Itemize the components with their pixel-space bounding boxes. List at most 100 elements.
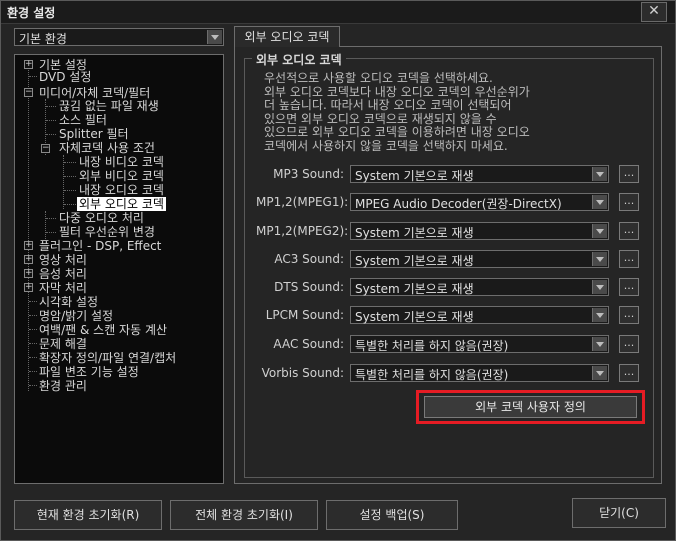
tree-item[interactable]: 내장 오디오 코덱 [79, 183, 164, 197]
chevron-down-icon[interactable] [592, 224, 607, 238]
tree-line [46, 218, 56, 219]
tree-item[interactable]: 자체코덱 사용 조건 [59, 141, 155, 155]
tree-line [63, 155, 64, 209]
description-line: 외부 오디오 코덱보다 내장 오디오 코덱의 우선순위가 [264, 84, 530, 99]
tree-item[interactable]: 다중 오디오 처리 [59, 211, 144, 225]
tree-line [29, 385, 37, 386]
description-line: 있으므로 외부 오디오 코덱을 이용하려면 내장 오디오 [264, 125, 530, 139]
tab-external-audio-codec[interactable]: 외부 오디오 코덱 [234, 26, 340, 47]
chevron-down-icon[interactable] [592, 195, 607, 209]
reset-all-button[interactable]: 전체 환경 초기화(I) [170, 500, 318, 530]
codec-label: MP3 Sound: [273, 167, 344, 181]
window-title: 환경 설정 [7, 6, 56, 20]
codec-label: MP1,2(MPEG1): [256, 195, 349, 209]
codec-value: System 기본으로 재생 [355, 282, 474, 296]
chevron-down-icon[interactable] [592, 167, 607, 181]
codec-settings-button[interactable]: ... [619, 335, 639, 353]
chevron-down-icon[interactable] [592, 337, 607, 351]
group-title: 외부 오디오 코덱 [252, 51, 346, 68]
tree-item[interactable]: Splitter 필터 [59, 127, 129, 141]
tree-item-selected[interactable]: 외부 오디오 코덱 [77, 197, 166, 211]
tree-line [29, 329, 37, 330]
chevron-down-icon[interactable] [207, 30, 222, 44]
tree-line [45, 211, 46, 239]
codec-label: DTS Sound: [274, 280, 344, 294]
tree-item[interactable]: 미디어/자체 코덱/필터 [39, 86, 150, 100]
tree-item[interactable]: 문제 해결 [39, 337, 87, 351]
preset-dropdown[interactable]: 기본 환경 [14, 28, 224, 46]
tree-item[interactable]: 끊김 없는 파일 재생 [59, 99, 159, 113]
codec-select-vorbis[interactable]: 특별한 처리를 하지 않음(권장) [350, 364, 609, 382]
codec-value: System 기본으로 재생 [355, 310, 474, 324]
codec-select-dts[interactable]: System 기본으로 재생 [350, 278, 609, 296]
collapse-icon[interactable]: − [41, 144, 50, 153]
codec-select-lpcm[interactable]: System 기본으로 재생 [350, 306, 609, 324]
chevron-down-icon[interactable] [592, 308, 607, 322]
codec-settings-button[interactable]: ... [619, 165, 639, 183]
codec-settings-button[interactable]: ... [619, 306, 639, 324]
reset-current-button[interactable]: 현재 환경 초기화(R) [14, 500, 162, 530]
codec-label: MP1,2(MPEG2): [256, 224, 349, 238]
codec-value: 특별한 처리를 하지 않음(권장) [355, 368, 509, 382]
codec-label: LPCM Sound: [265, 308, 344, 322]
codec-value: System 기본으로 재생 [355, 254, 474, 268]
tree-item[interactable]: 필터 우선순위 변경 [59, 225, 155, 239]
codec-select-ac3[interactable]: System 기본으로 재생 [350, 250, 609, 268]
chevron-down-icon[interactable] [592, 366, 607, 380]
backup-button[interactable]: 설정 백업(S) [326, 500, 458, 530]
codec-settings-button[interactable]: ... [619, 250, 639, 268]
tree-item[interactable]: 파일 변조 기능 설정 [39, 365, 139, 379]
codec-settings-button[interactable]: ... [619, 364, 639, 382]
tree-line [64, 162, 76, 163]
expand-icon[interactable]: + [24, 241, 33, 250]
expand-icon[interactable]: + [24, 60, 33, 69]
tree-line [29, 315, 37, 316]
preset-value: 기본 환경 [19, 32, 67, 46]
close-icon[interactable]: ✕ [641, 2, 667, 22]
chevron-down-icon[interactable] [592, 280, 607, 294]
tree-item[interactable]: 내장 비디오 코덱 [79, 155, 164, 169]
tree-item[interactable]: 외부 비디오 코덱 [79, 169, 164, 183]
tree-line [29, 357, 37, 358]
close-button[interactable]: 닫기(C) [572, 498, 666, 528]
tree-line [64, 176, 76, 177]
description-line: 더 높습니다. 따라서 내장 오디오 코덱이 선택되어 [264, 98, 512, 112]
codec-value: 특별한 처리를 하지 않음(권장) [355, 339, 509, 353]
codec-settings-button[interactable]: ... [619, 222, 639, 240]
tree-item[interactable]: 확장자 정의/파일 연결/캡처 [39, 351, 176, 365]
description: 우선적으로 사용할 오디오 코덱을 선택하세요. 외부 오디오 코덱보다 내장 … [264, 71, 604, 153]
codec-settings-button[interactable]: ... [619, 278, 639, 296]
description-line: 코덱에서 사용하지 않을 코덱을 선택하지 마세요. [264, 138, 508, 153]
tree-item[interactable]: 음성 처리 [39, 267, 87, 281]
tree-item[interactable]: 환경 관리 [39, 379, 87, 393]
tree-line [46, 106, 56, 107]
tree-item[interactable]: DVD 설정 [39, 70, 91, 84]
tree-line [64, 190, 76, 191]
codec-select-mpeg1[interactable]: MPEG Audio Decoder(권장-DirectX) [350, 193, 609, 211]
expand-icon[interactable]: + [24, 255, 33, 264]
settings-tree[interactable]: + 기본 설정 DVD 설정 − 미디어/자체 코덱/필터 끊김 없는 파일 재… [14, 54, 224, 484]
title-bar: 환경 설정 ✕ [1, 1, 675, 24]
expand-icon[interactable]: + [24, 269, 33, 278]
tree-line [46, 120, 56, 121]
description-line: 우선적으로 사용할 오디오 코덱을 선택하세요. [264, 71, 493, 85]
tree-item[interactable]: 플러그인 - DSP, Effect [39, 239, 161, 253]
codec-select-aac[interactable]: 특별한 처리를 하지 않음(권장) [350, 335, 609, 353]
tree-item[interactable]: 명암/밝기 설정 [39, 309, 113, 323]
tree-item[interactable]: 자막 처리 [39, 281, 87, 295]
chevron-down-icon[interactable] [592, 252, 607, 266]
custom-codec-button[interactable]: 외부 코덱 사용자 정의 [424, 396, 637, 418]
tree-item[interactable]: 영상 처리 [39, 253, 87, 267]
codec-select-mpeg2[interactable]: System 기본으로 재생 [350, 222, 609, 240]
tree-item[interactable]: 소스 필터 [59, 113, 107, 127]
tree-line [64, 204, 76, 205]
tree-line [28, 63, 29, 391]
collapse-icon[interactable]: − [24, 88, 33, 97]
tree-line [46, 134, 56, 135]
tree-item[interactable]: 여백/팬 & 스캔 자동 계산 [39, 323, 167, 337]
codec-settings-button[interactable]: ... [619, 193, 639, 211]
codec-select-mp3[interactable]: System 기본으로 재생 [350, 165, 609, 183]
description-line: 있으면 외부 오디오 코덱으로 재생되지 않을 수 [264, 111, 497, 126]
expand-icon[interactable]: + [24, 283, 33, 292]
tree-item[interactable]: 시각화 설정 [39, 295, 98, 309]
